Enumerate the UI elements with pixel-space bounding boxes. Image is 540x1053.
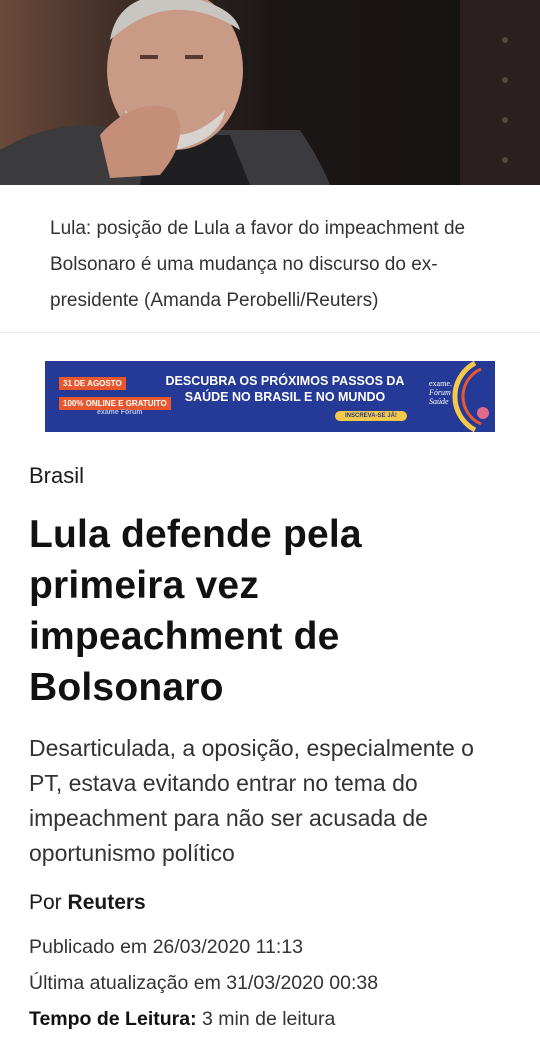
ad-date: 31 DE AGOSTO	[59, 377, 126, 390]
ad-brand: exame. Fórum Saúde	[429, 379, 452, 406]
lula-photo	[0, 0, 540, 185]
updated-date: Última atualização em 31/03/2020 00:38	[29, 972, 379, 994]
ad-brand-arc-icon	[452, 361, 489, 432]
article-byline: Por Reuters	[29, 891, 511, 915]
article-lede: Desarticulada, a oposição, especialmente…	[29, 735, 474, 866]
reading-time-label: Tempo de Leitura:	[29, 1008, 197, 1030]
ad-cta-button[interactable]: INSCREVA-SE JÁ!	[335, 411, 407, 421]
reading-time: Tempo de Leitura: 3 min de leitura	[29, 1001, 511, 1037]
article: Brasil Lula defende pela primeira vez im…	[0, 463, 540, 1037]
ad-brand-line2: Fórum	[429, 388, 451, 397]
ad-brand-line1: exame.	[429, 379, 452, 388]
published-date: Publicado em 26/03/2020 11:13	[29, 936, 303, 958]
article-title: Lula defende pela primeira vez impeachme…	[29, 513, 362, 709]
ad-headline: DESCUBRA OS PRÓXIMOS PASSOS DA SAÚDE NO …	[165, 373, 405, 405]
photo-caption: Lula: posição de Lula a favor do impeach…	[0, 185, 540, 333]
article-category[interactable]: Brasil	[29, 463, 511, 489]
ad-event-info: 31 DE AGOSTO 100% ONLINE E GRATUITO	[59, 373, 171, 411]
ad-container: 31 DE AGOSTO 100% ONLINE E GRATUITO exam…	[0, 333, 540, 433]
byline-author[interactable]: Reuters	[68, 891, 146, 914]
hero-photo[interactable]	[0, 0, 540, 185]
article-meta: Publicado em 26/03/2020 11:13 Última atu…	[29, 929, 511, 1037]
ad-partner-logos: exame Fórum	[97, 409, 143, 416]
reading-time-value: 3 min de leitura	[202, 1008, 336, 1030]
ad-headline-line2: SAÚDE NO BRASIL E NO MUNDO	[184, 390, 386, 404]
byline-prefix: Por	[29, 891, 62, 914]
ad-headline-line1: DESCUBRA OS PRÓXIMOS PASSOS DA	[165, 374, 405, 388]
ad-banner[interactable]: 31 DE AGOSTO 100% ONLINE E GRATUITO exam…	[45, 361, 495, 432]
ad-brand-line3: Saúde	[429, 397, 449, 406]
